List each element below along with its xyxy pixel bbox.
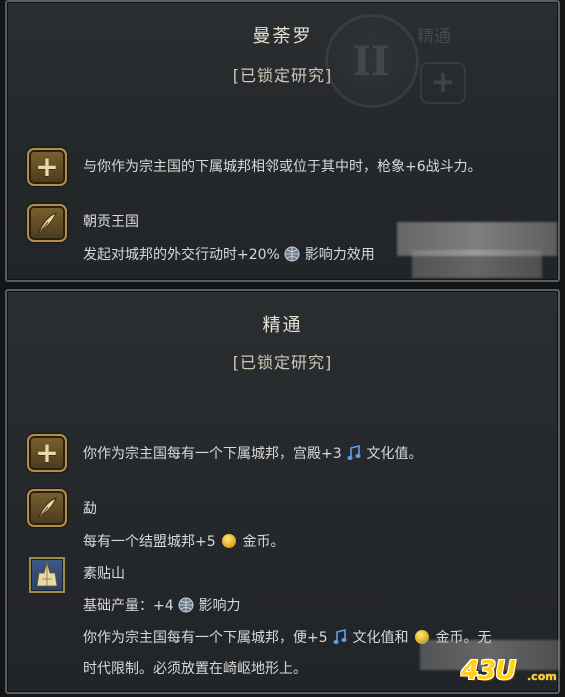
quill-badge-icon bbox=[27, 489, 67, 527]
logo-text: 43U bbox=[461, 656, 516, 686]
bonus-text-suffix: 文化值。 bbox=[366, 446, 423, 462]
wonder-name: 素贴山 bbox=[83, 566, 125, 582]
music-note-icon bbox=[333, 629, 347, 644]
logo-suffix: .com bbox=[527, 670, 557, 683]
ability-name: 朝贡王国 bbox=[83, 214, 139, 230]
ability-text-suffix: 影响力效用 bbox=[304, 247, 375, 263]
wonder-effect-mid: 文化值和 bbox=[352, 630, 409, 646]
site-logo: 43U .com bbox=[453, 648, 563, 692]
panel-title: 曼荼罗 bbox=[252, 26, 313, 47]
music-note-icon bbox=[347, 445, 361, 460]
quill-icon bbox=[38, 497, 57, 518]
plus-badge-icon: + bbox=[27, 148, 67, 186]
ability-text-prefix: 发起对城邦的外交行动时+20% bbox=[83, 247, 280, 263]
ability-text: 发起对城邦的外交行动时+20% 影响力效用 bbox=[83, 244, 375, 264]
panel-title: 精通 bbox=[262, 315, 303, 336]
ability-text-prefix: 每有一个结盟城邦+5 bbox=[83, 534, 216, 550]
bottom-tooltip-panel: 精通 [已锁定研究] + 你作为宗主国每有一个下属城邦，宫殿+3 文化值。 勐 … bbox=[5, 289, 560, 694]
wonder-note: 时代限制。必须放置在崎岖地形上。 bbox=[83, 661, 307, 677]
wonder-yield-suffix: 影响力 bbox=[198, 598, 241, 614]
plus-glyph: + bbox=[35, 150, 59, 183]
bonus-text: 你作为宗主国每有一个下属城邦，宫殿+3 文化值。 bbox=[83, 443, 423, 463]
plus-badge-icon: + bbox=[27, 434, 67, 472]
bonus-text: 与你作为宗主国的下属城邦相邻或位于其中时，枪象+6战斗力。 bbox=[83, 159, 482, 175]
influence-globe-icon bbox=[178, 597, 194, 613]
wonder-yield: 基础产量：+4 影响力 bbox=[83, 595, 241, 615]
ability-text: 每有一个结盟城邦+5 金币。 bbox=[83, 531, 285, 551]
wonder-yield-prefix: 基础产量：+4 bbox=[83, 598, 174, 614]
ability-name: 勐 bbox=[83, 501, 97, 517]
panel-subtitle: [已锁定研究] bbox=[232, 66, 333, 85]
bonus-text-prefix: 你作为宗主国每有一个下属城邦，宫殿+3 bbox=[83, 446, 342, 462]
temple-icon bbox=[36, 560, 58, 587]
quill-badge-icon bbox=[27, 204, 67, 242]
wonder-landmark-icon bbox=[29, 557, 65, 593]
quill-icon bbox=[38, 212, 57, 233]
blurred-region bbox=[412, 250, 542, 278]
panel-subtitle: [已锁定研究] bbox=[232, 353, 333, 372]
plus-glyph: + bbox=[35, 436, 59, 469]
ability-text-suffix: 金币。 bbox=[242, 534, 285, 550]
wonder-effect-prefix: 你作为宗主国每有一个下属城邦，便+5 bbox=[83, 630, 328, 646]
influence-globe-icon bbox=[284, 246, 300, 262]
gold-coin-icon bbox=[222, 534, 237, 548]
